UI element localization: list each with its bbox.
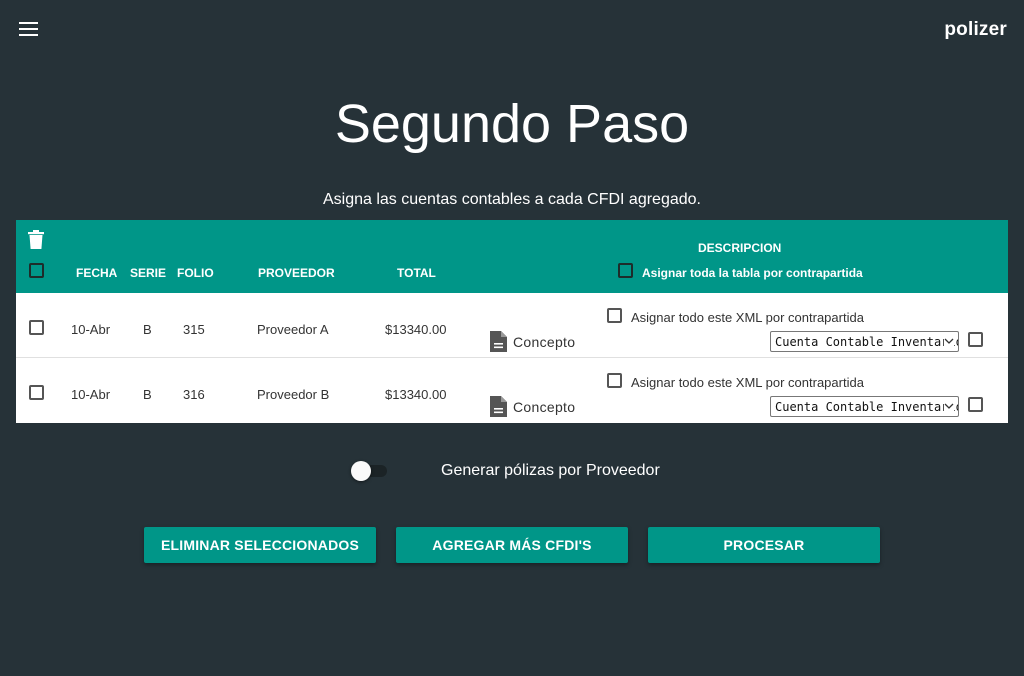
assign-xml-label: Asignar todo este XML por contrapartida — [631, 310, 864, 325]
brand-logo: polizer — [944, 19, 1007, 40]
agregar-cfdis-button[interactable]: AGREGAR MÁS CFDI'S — [396, 527, 628, 563]
cuenta-contable-value: Cuenta Contable Inventario — [775, 400, 959, 414]
page-title: Segundo Paso — [334, 94, 690, 154]
table-header: FECHA SERIE FOLIO PROVEEDOR TOTAL DESCRI… — [16, 220, 1008, 293]
table-row: 10-Abr B 315 Proveedor A $13340.00 Conce… — [16, 293, 1008, 358]
row-proveedor: Proveedor A — [257, 322, 329, 337]
row-total: $13340.00 — [385, 387, 447, 402]
assign-table-checkbox[interactable] — [618, 263, 633, 278]
concepto-link[interactable]: Concepto — [490, 396, 575, 417]
eliminar-seleccionados-button[interactable]: ELIMINAR SELECCIONADOS — [144, 527, 376, 563]
column-header-proveedor: PROVEEDOR — [258, 266, 335, 280]
cfdi-table: FECHA SERIE FOLIO PROVEEDOR TOTAL DESCRI… — [16, 220, 1008, 423]
assign-xml-label: Asignar todo este XML por contrapartida — [631, 375, 864, 390]
cuenta-contable-select[interactable]: Cuenta Contable Inventario — [770, 331, 959, 352]
toggle-label: Generar pólizas por Proveedor — [441, 462, 660, 479]
trash-icon[interactable] — [28, 230, 44, 249]
cuenta-contable-value: Cuenta Contable Inventario — [775, 335, 959, 349]
assign-xml-checkbox[interactable] — [607, 373, 622, 388]
menu-icon[interactable] — [19, 22, 38, 36]
toggle-knob — [351, 461, 371, 481]
row-fecha: 10-Abr — [71, 387, 111, 402]
concepto-label: Concepto — [513, 398, 576, 415]
concepto-label: Concepto — [513, 333, 576, 350]
row-proveedor: Proveedor B — [257, 387, 330, 402]
chevron-down-icon — [944, 335, 954, 347]
document-icon — [490, 396, 507, 417]
row-end-checkbox[interactable] — [968, 397, 983, 412]
row-folio: 315 — [183, 322, 205, 337]
column-header-folio: FOLIO — [177, 266, 214, 280]
assign-table-label: Asignar toda la tabla por contrapartida — [642, 266, 863, 280]
page-subtitle: Asigna las cuentas contables a cada CFDI… — [322, 191, 701, 208]
row-checkbox[interactable] — [29, 320, 44, 335]
column-header-total: TOTAL — [397, 266, 436, 280]
procesar-button[interactable]: PROCESAR — [648, 527, 880, 563]
select-all-checkbox[interactable] — [29, 263, 44, 278]
row-checkbox[interactable] — [29, 385, 44, 400]
row-folio: 316 — [183, 387, 205, 402]
concepto-link[interactable]: Concepto — [490, 331, 575, 352]
proveedor-toggle[interactable] — [351, 461, 389, 481]
cuenta-contable-select[interactable]: Cuenta Contable Inventario — [770, 396, 959, 417]
table-row: 10-Abr B 316 Proveedor B $13340.00 Conce… — [16, 358, 1008, 423]
row-total: $13340.00 — [385, 322, 447, 337]
assign-xml-checkbox[interactable] — [607, 308, 622, 323]
column-header-fecha: FECHA — [76, 266, 118, 280]
column-header-serie: SERIE — [130, 266, 167, 280]
document-icon — [490, 331, 507, 352]
column-header-descripcion: DESCRIPCION — [698, 241, 782, 255]
row-serie: B — [143, 387, 152, 402]
row-serie: B — [143, 322, 152, 337]
chevron-down-icon — [944, 400, 954, 412]
row-end-checkbox[interactable] — [968, 332, 983, 347]
row-fecha: 10-Abr — [71, 322, 111, 337]
